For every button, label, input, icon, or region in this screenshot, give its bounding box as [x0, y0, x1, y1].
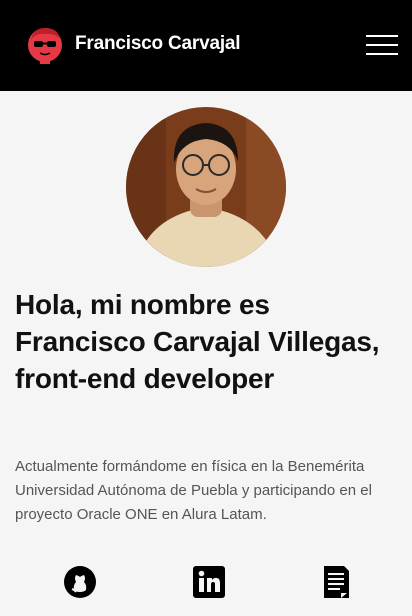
hero-bio: Actualmente formándome en física en la B…	[15, 458, 372, 523]
linkedin-icon[interactable]	[192, 565, 226, 599]
brand-name[interactable]: Francisco Carvajal	[75, 33, 241, 55]
top-navbar: Francisco Carvajal	[0, 0, 412, 91]
profile-photo-image	[126, 107, 286, 267]
hero-headline: Hola, mi nombre es Francisco Carvajal Vi…	[15, 289, 380, 394]
profile-photo	[126, 107, 286, 267]
document-icon[interactable]	[319, 565, 353, 599]
hamburger-menu-icon[interactable]	[366, 35, 398, 55]
red-face-avatar-icon[interactable]	[25, 25, 65, 65]
github-icon[interactable]	[63, 565, 97, 599]
